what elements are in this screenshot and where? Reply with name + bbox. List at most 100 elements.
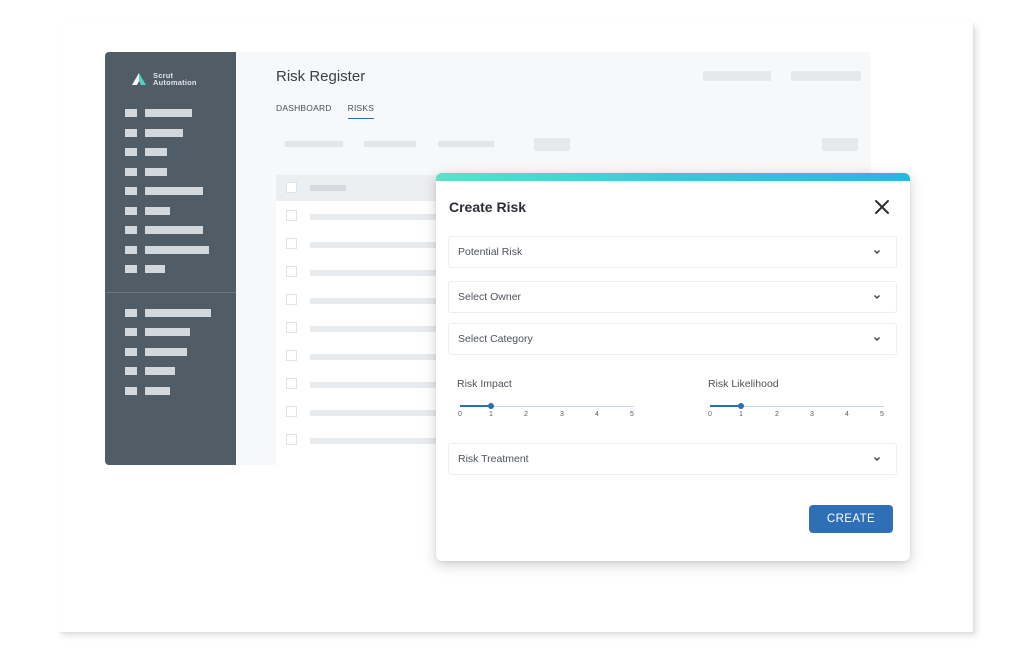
row-checkbox[interactable]	[286, 350, 297, 361]
risk-likelihood-tick: 4	[845, 411, 849, 418]
screenshot-canvas: Scrut Automation Risk Register DASHBOARD…	[0, 0, 1024, 658]
row-checkbox[interactable]	[286, 434, 297, 445]
create-button[interactable]: CREATE	[809, 505, 893, 533]
nav-label-placeholder	[145, 309, 211, 317]
nav-icon	[125, 246, 137, 254]
row-placeholder	[310, 298, 440, 304]
filter-placeholder[interactable]	[438, 141, 494, 147]
chevron-down-icon	[874, 250, 880, 254]
brand-logo[interactable]: Scrut Automation	[131, 72, 197, 86]
filter-placeholder[interactable]	[285, 141, 343, 147]
row-placeholder	[310, 270, 440, 276]
filter-placeholder[interactable]	[364, 141, 416, 147]
nav-icon	[125, 168, 137, 176]
nav-icon	[125, 265, 137, 273]
row-placeholder	[310, 382, 440, 388]
row-placeholder	[310, 214, 440, 220]
risk-impact-tick: 4	[595, 411, 599, 418]
row-placeholder	[310, 326, 440, 332]
nav-label-placeholder	[145, 348, 187, 356]
chevron-down-icon	[874, 457, 880, 461]
nav-label-placeholder	[145, 187, 203, 195]
nav-label-placeholder	[145, 367, 175, 375]
tab-dashboard[interactable]: DASHBOARD	[276, 103, 332, 119]
header-placeholder	[791, 71, 861, 81]
nav-icon	[125, 328, 137, 336]
risk-treatment-label: Risk Treatment	[458, 453, 529, 465]
risk-likelihood-thumb[interactable]	[738, 403, 744, 409]
nav-label-placeholder	[145, 168, 167, 176]
risk-treatment-select[interactable]: Risk Treatment	[448, 443, 897, 475]
row-checkbox[interactable]	[286, 210, 297, 221]
create-risk-modal: Create Risk Potential Risk Select Owner …	[436, 173, 910, 561]
toolbar-placeholder[interactable]	[534, 138, 570, 151]
risk-likelihood-tick: 2	[775, 411, 779, 418]
select-all-checkbox[interactable]	[286, 182, 297, 193]
risk-likelihood-tick: 0	[708, 411, 712, 418]
risk-likelihood-tick: 3	[810, 411, 814, 418]
risk-impact-tick: 2	[524, 411, 528, 418]
nav-icon	[125, 348, 137, 356]
row-checkbox[interactable]	[286, 238, 297, 249]
risk-impact-thumb[interactable]	[488, 403, 494, 409]
nav-label-placeholder	[145, 387, 170, 395]
row-placeholder	[310, 410, 440, 416]
nav-label-placeholder	[145, 226, 203, 234]
modal-accent-bar	[436, 173, 910, 181]
risk-impact-tick: 1	[489, 411, 493, 418]
tab-bar: DASHBOARD RISKS	[276, 103, 375, 119]
nav-icon	[125, 367, 137, 375]
sidebar-divider	[105, 292, 236, 293]
risk-likelihood-label: Risk Likelihood	[708, 378, 779, 390]
nav-icon	[125, 207, 137, 215]
risk-likelihood-fill	[710, 405, 741, 407]
header-placeholder	[310, 185, 346, 191]
owner-select[interactable]: Select Owner	[448, 281, 897, 313]
nav-icon	[125, 148, 137, 156]
row-checkbox[interactable]	[286, 406, 297, 417]
nav-label-placeholder	[145, 328, 190, 336]
row-checkbox[interactable]	[286, 294, 297, 305]
sidebar: Scrut Automation	[105, 52, 236, 465]
nav-icon	[125, 187, 137, 195]
category-select[interactable]: Select Category	[448, 323, 897, 355]
chevron-down-icon	[874, 295, 880, 299]
tab-risks[interactable]: RISKS	[347, 103, 375, 119]
nav-label-placeholder	[145, 265, 165, 273]
row-placeholder	[310, 438, 440, 444]
risk-impact-label: Risk Impact	[457, 378, 512, 390]
page-title: Risk Register	[276, 68, 366, 85]
potential-risk-label: Potential Risk	[458, 246, 523, 258]
category-label: Select Category	[458, 333, 533, 345]
nav-label-placeholder	[145, 246, 209, 254]
nav-icon	[125, 226, 137, 234]
modal-title: Create Risk	[449, 199, 527, 215]
nav-label-placeholder	[145, 109, 192, 117]
potential-risk-select[interactable]: Potential Risk	[448, 236, 897, 268]
nav-label-placeholder	[145, 207, 170, 215]
nav-icon	[125, 309, 137, 317]
risk-likelihood-tick: 5	[880, 411, 884, 418]
row-checkbox[interactable]	[286, 266, 297, 277]
scrut-logo-icon	[132, 73, 146, 85]
brand-name-line2: Automation	[153, 78, 197, 87]
brand-name: Scrut Automation	[153, 72, 197, 87]
toolbar-placeholder[interactable]	[822, 138, 858, 151]
row-placeholder	[310, 354, 440, 360]
risk-impact-tick: 0	[458, 411, 462, 418]
nav-icon	[125, 387, 137, 395]
risk-impact-tick: 5	[630, 411, 634, 418]
row-checkbox[interactable]	[286, 322, 297, 333]
risk-impact-tick: 3	[560, 411, 564, 418]
chevron-down-icon	[874, 337, 880, 341]
row-checkbox[interactable]	[286, 378, 297, 389]
nav-icon	[125, 109, 137, 117]
owner-label: Select Owner	[458, 291, 522, 303]
risk-impact-fill	[460, 405, 491, 407]
nav-icon	[125, 129, 137, 137]
risk-likelihood-tick: 1	[739, 411, 743, 418]
nav-label-placeholder	[145, 148, 167, 156]
close-icon[interactable]	[872, 197, 892, 217]
header-placeholder	[703, 71, 771, 81]
nav-label-placeholder	[145, 129, 183, 137]
